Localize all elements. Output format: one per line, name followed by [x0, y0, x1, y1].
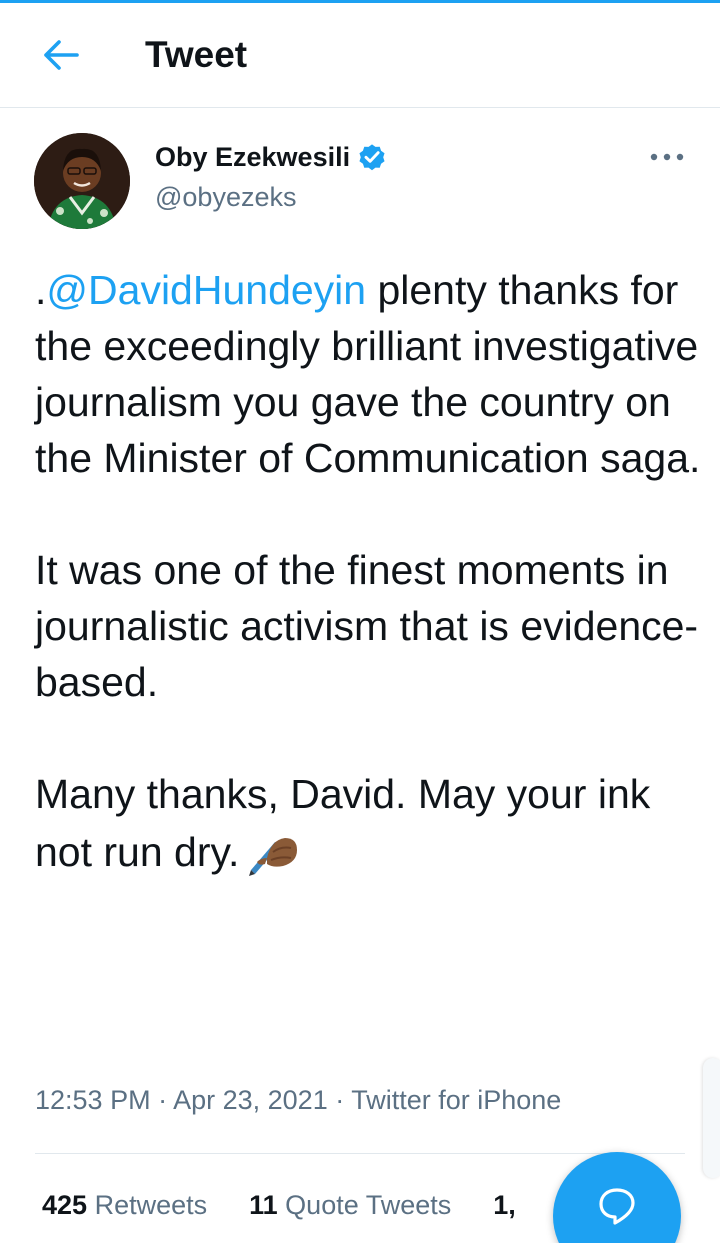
tweet-meta: 12:53 PM · Apr 23, 2021 · Twitter for iP…: [35, 1082, 561, 1118]
tweet-paragraph-1: .@DavidHundeyin plenty thanks for the ex…: [35, 262, 705, 486]
author-name[interactable]: Oby Ezekwesili: [155, 140, 388, 174]
mention-link[interactable]: @DavidHundeyin: [46, 267, 366, 313]
meta-separator: ·: [150, 1085, 174, 1115]
page-title: Tweet: [145, 34, 248, 75]
divider: [35, 1153, 685, 1154]
app-header: Tweet: [0, 3, 720, 108]
verified-badge-icon: [359, 144, 385, 171]
tweet-date: Apr 23, 2021: [173, 1085, 328, 1115]
tweet-paragraph-3-text: Many thanks, David. May your ink not run…: [35, 771, 651, 875]
likes-count: 1,: [493, 1190, 516, 1220]
writing-hand-emoji: [249, 838, 298, 876]
avatar[interactable]: [34, 133, 130, 229]
more-options-button[interactable]: [644, 142, 690, 172]
more-horizontal-icon: [650, 153, 684, 161]
tweet-time: 12:53 PM: [35, 1085, 151, 1115]
retweets-count: 425: [42, 1190, 88, 1220]
retweets-label: Retweets: [87, 1190, 208, 1220]
compose-reply-button[interactable]: [553, 1152, 681, 1243]
back-button[interactable]: [34, 33, 88, 77]
retweets-stat[interactable]: 425 Retweets: [42, 1186, 207, 1224]
meta-separator: ·: [327, 1085, 352, 1115]
compose-reply-icon: [599, 1188, 635, 1225]
author-name-text: Oby Ezekwesili: [155, 142, 351, 172]
tweet-paragraph-3: Many thanks, David. May your ink not run…: [35, 766, 705, 880]
scroll-handle[interactable]: [703, 1058, 720, 1178]
quote-tweets-label: Quote Tweets: [277, 1190, 452, 1220]
quote-tweets-count: 11: [249, 1190, 278, 1220]
tweet-prefix: .: [35, 267, 47, 313]
tweet-text: .@DavidHundeyin plenty thanks for the ex…: [35, 262, 705, 880]
arrow-left-icon: [44, 40, 79, 70]
tweet-detail-page: Tweet Oby Ezekwesili @obyezeks .@DavidHu…: [0, 0, 720, 1243]
quote-tweets-stat[interactable]: 11 Quote Tweets: [249, 1186, 451, 1224]
author-handle[interactable]: @obyezeks: [155, 180, 296, 214]
tweet-source[interactable]: Twitter for iPhone: [351, 1085, 561, 1115]
tweet-paragraph-2: It was one of the finest moments in jour…: [35, 547, 699, 705]
